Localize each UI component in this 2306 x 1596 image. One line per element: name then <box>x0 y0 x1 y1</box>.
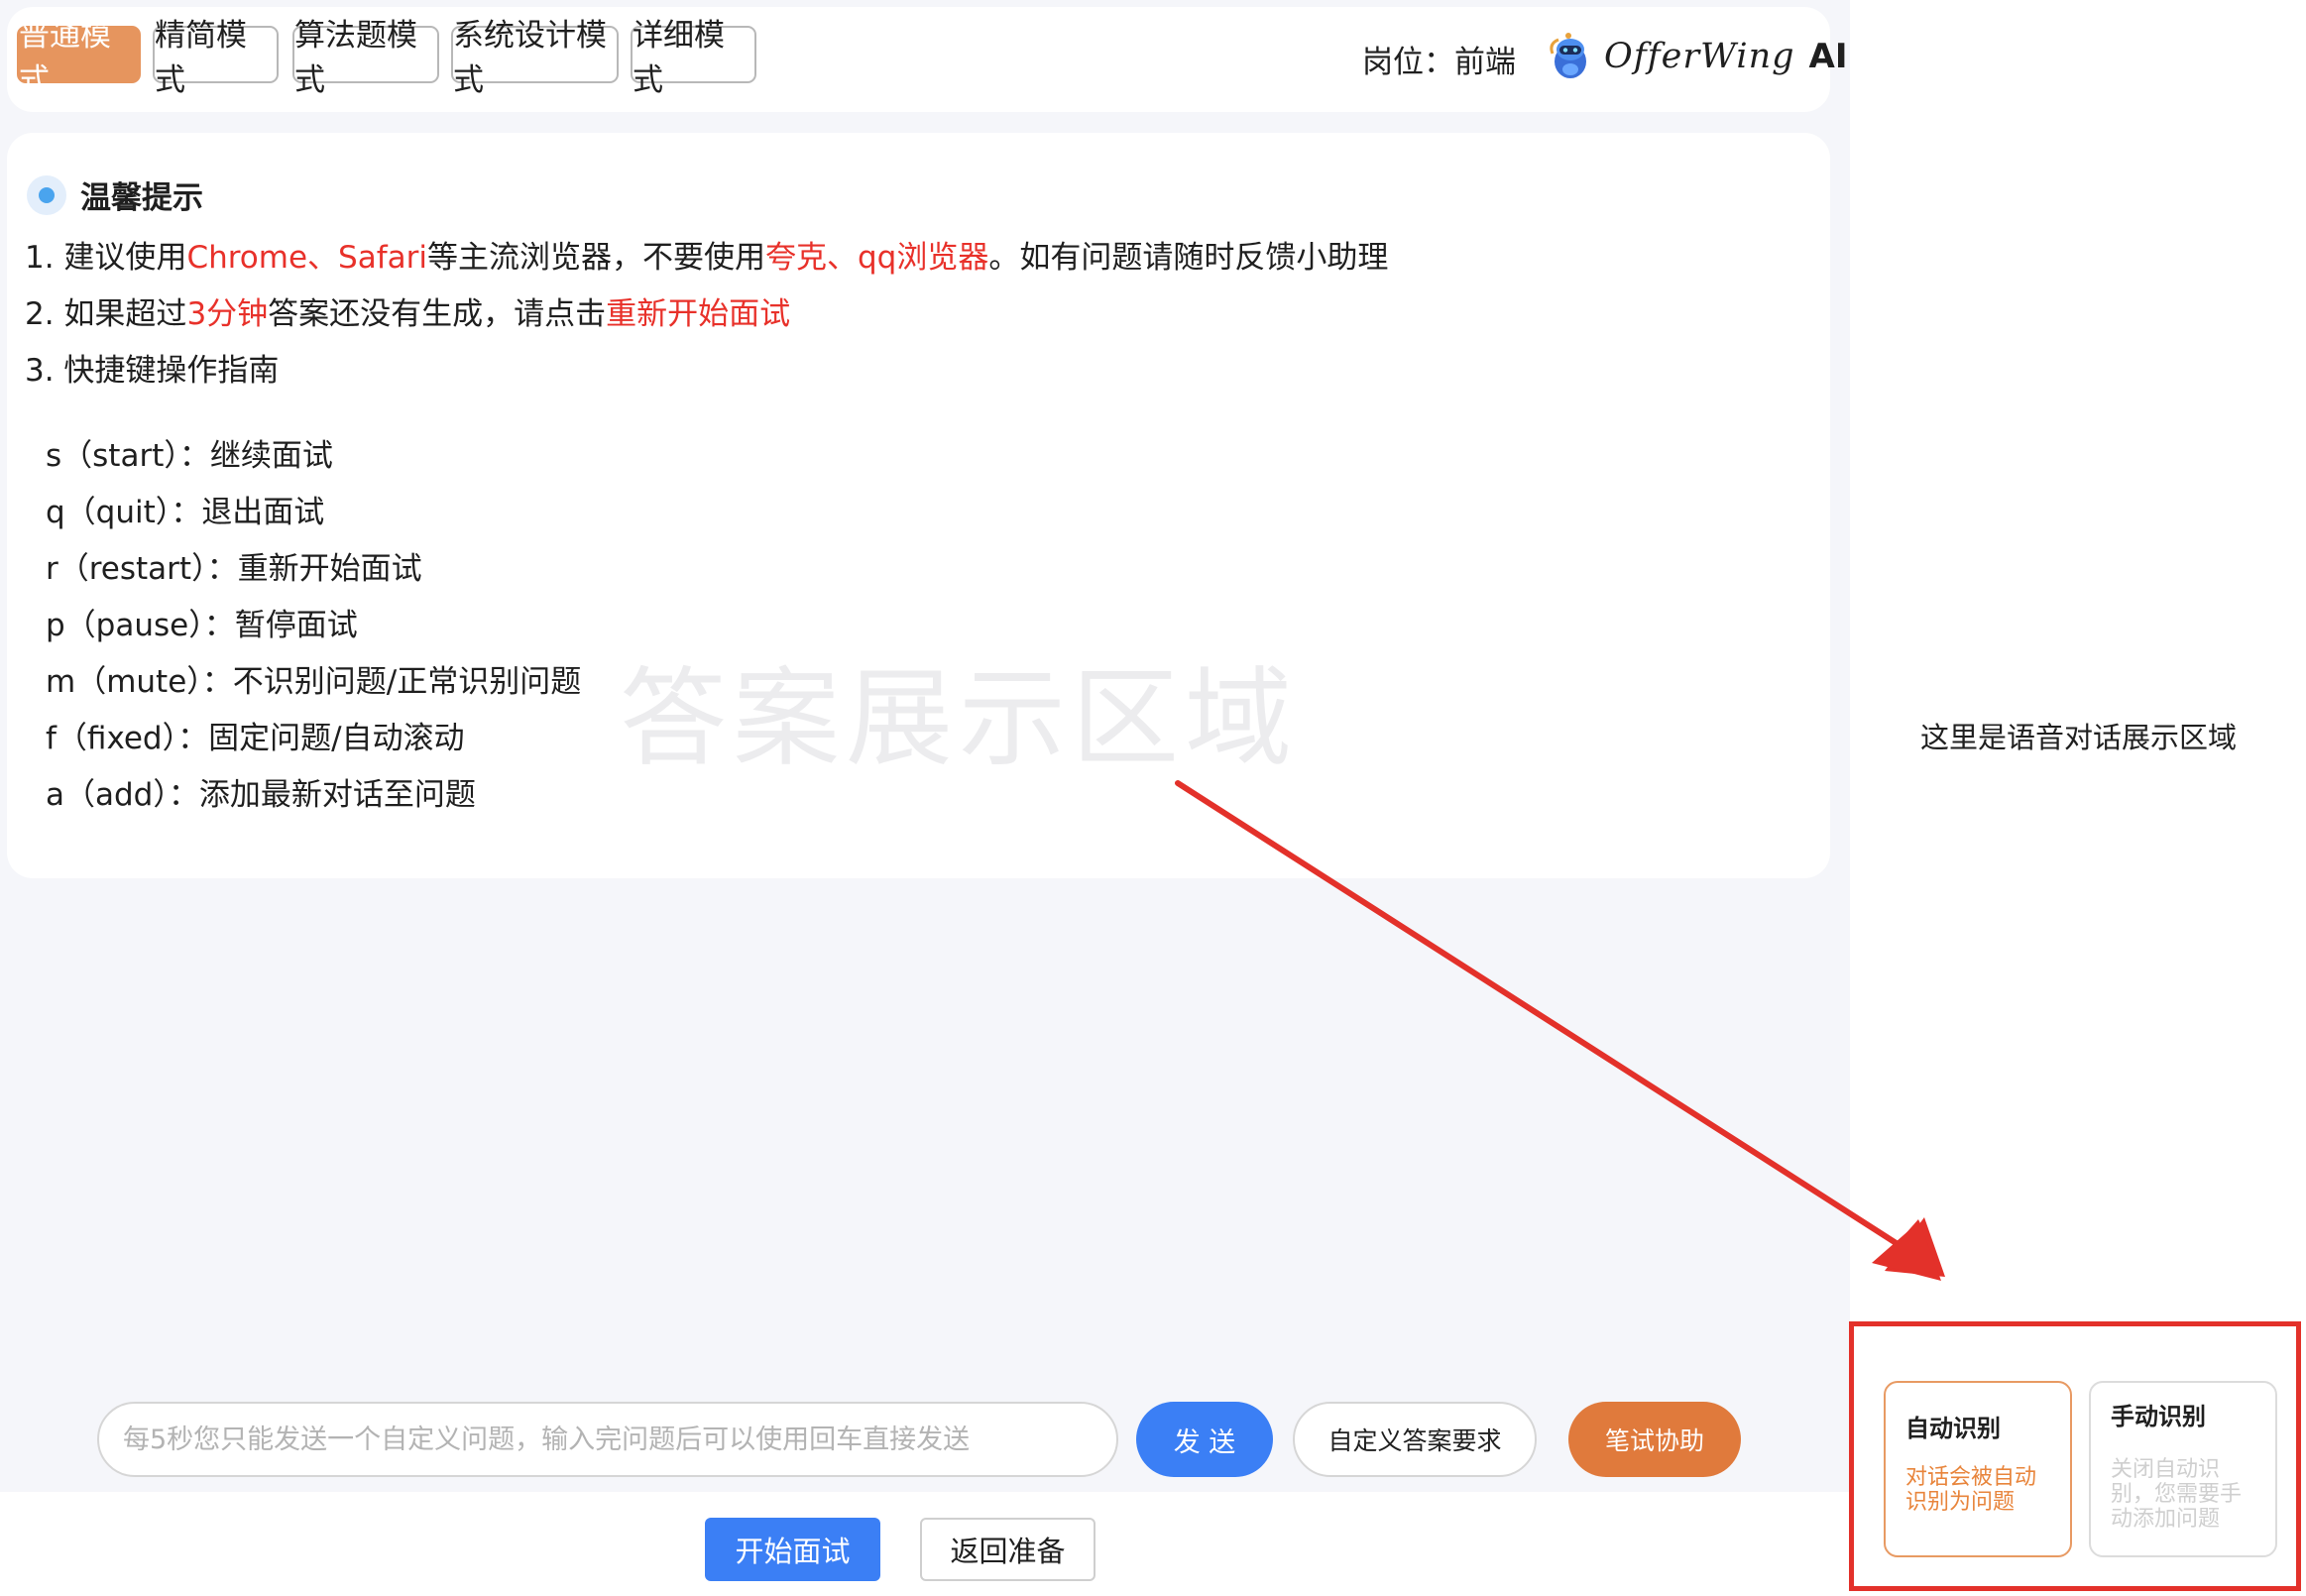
mode-button-system-design[interactable]: 系统设计模式 <box>451 18 619 98</box>
manual-recognition-desc-line: 关闭自动识 <box>2111 1457 2221 1482</box>
auto-recognition-desc: 对话会被自动 识别为问题 <box>1905 1465 2052 1515</box>
manual-recognition-desc: 关闭自动识 别，您需要手 动添加问题 <box>2111 1457 2257 1532</box>
tips-title: 温馨提示 <box>80 180 203 216</box>
manual-recognition-card[interactable]: 手动识别 关闭自动识 别，您需要手 动添加问题 <box>2089 1381 2277 1557</box>
answer-panel: 普通模式 精简模式 算法题模式 系统设计模式 详细模式 岗位：前端 OfferW… <box>0 0 1850 1492</box>
brand-name: OfferWing <box>1604 37 1795 76</box>
written-test-button[interactable]: 笔试协助 <box>1568 1402 1741 1477</box>
tip-line-1: 1. 建议使用Chrome、Safari等主流浏览器，不要使用夸克、qq浏览器。… <box>25 232 1388 277</box>
mode-button-algorithm[interactable]: 算法题模式 <box>292 18 439 98</box>
back-to-prepare-button[interactable]: 返回准备 <box>920 1518 1095 1581</box>
shortcut-item: s（start）：继续面试 <box>46 438 333 474</box>
brand-logo: OfferWing AI <box>1547 31 1848 82</box>
role-label: 岗位：前端 <box>1362 45 1516 80</box>
tip-line-2-highlight: 3分钟 <box>186 296 269 332</box>
auto-recognition-desc-line: 对话会被自动 <box>1905 1465 2037 1490</box>
tip-line-2: 2. 如果超过3分钟答案还没有生成，请点击重新开始面试 <box>25 288 790 333</box>
tip-line-1-text: 。如有问题请随时反馈小助理 <box>988 240 1389 276</box>
top-toolbar: 普通模式 精简模式 算法题模式 系统设计模式 详细模式 岗位：前端 OfferW… <box>7 7 1848 112</box>
start-interview-button[interactable]: 开始面试 <box>705 1518 880 1581</box>
tip-line-1-highlight: 夸克、qq浏览器 <box>764 240 989 276</box>
auto-recognition-desc-line: 识别为问题 <box>1905 1490 2016 1515</box>
tip-line-1-text: 1. 建议使用 <box>25 240 187 276</box>
tip-line-3: 3. 快捷键操作指南 <box>25 353 280 389</box>
custom-answer-button[interactable]: 自定义答案要求 <box>1293 1402 1537 1477</box>
custom-question-input[interactable] <box>97 1402 1118 1477</box>
mode-button-detailed[interactable]: 详细模式 <box>631 18 756 98</box>
mode-button-concise[interactable]: 精简模式 <box>153 18 279 98</box>
manual-recognition-title: 手动识别 <box>2111 1403 2206 1430</box>
manual-recognition-desc-line: 动添加问题 <box>2111 1507 2221 1532</box>
answer-area-watermark: 答案展示区域 <box>620 657 1299 781</box>
shortcut-item: a（add）：添加最新对话至问题 <box>46 777 476 813</box>
tips-header: 温馨提示 <box>27 172 203 217</box>
shortcut-item: q（quit）：退出面试 <box>46 495 325 530</box>
send-button[interactable]: 发 送 <box>1136 1402 1273 1477</box>
shortcut-item: m（mute）：不识别问题/正常识别问题 <box>46 664 582 700</box>
shortcut-item: f（fixed）：固定问题/自动滚动 <box>46 721 465 756</box>
tip-line-2-highlight: 重新开始面试 <box>606 296 791 332</box>
auto-recognition-card[interactable]: 自动识别 对话会被自动 识别为问题 <box>1884 1381 2072 1557</box>
robot-mascot-icon <box>1550 33 1586 78</box>
shortcut-item: r（restart）：重新开始面试 <box>46 551 422 587</box>
info-dot-icon <box>27 174 66 215</box>
tip-line-2-text: 答案还没有生成，请点击 <box>268 296 607 332</box>
tip-line-1-highlight: Chrome、Safari <box>186 240 427 276</box>
auto-recognition-title: 自动识别 <box>1905 1415 2001 1442</box>
manual-recognition-desc-line: 别，您需要手 <box>2111 1482 2243 1507</box>
mode-button-normal[interactable]: 普通模式 <box>17 18 141 98</box>
brand-suffix: AI <box>1808 37 1848 76</box>
tip-line-1-text: 等主流浏览器，不要使用 <box>426 240 765 276</box>
shortcut-item: p（pause）：暂停面试 <box>46 608 358 643</box>
voice-area-label: 这里是语音对话展示区域 <box>1920 721 2238 754</box>
tip-line-2-text: 2. 如果超过 <box>25 296 187 332</box>
